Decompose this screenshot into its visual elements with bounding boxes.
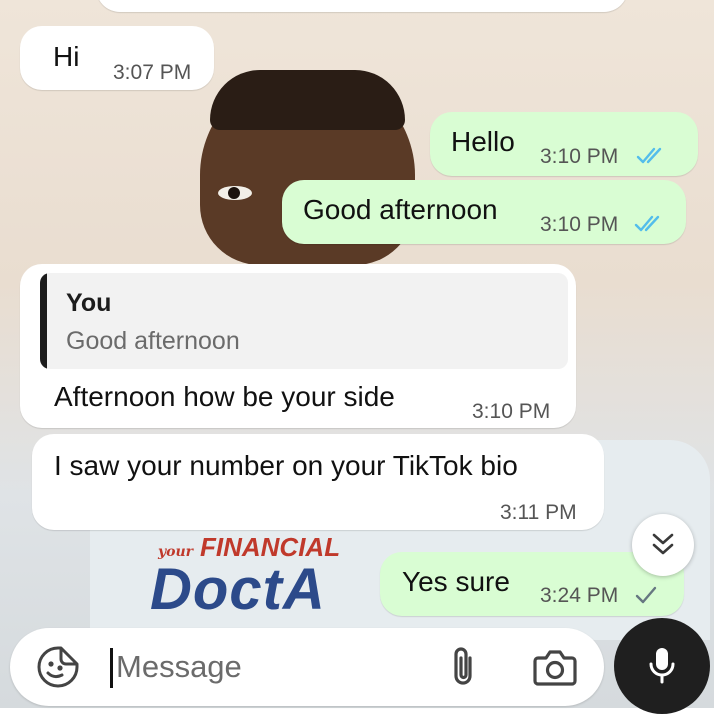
quoted-author: You <box>66 289 112 317</box>
message-text: Hi <box>53 41 80 72</box>
camera-icon[interactable] <box>532 646 578 688</box>
quote-accent-bar <box>40 273 47 369</box>
sticker-icon[interactable] <box>36 645 80 689</box>
message-text: Hello <box>451 126 515 157</box>
outgoing-message[interactable]: Hello 3:10 PM <box>430 112 698 176</box>
read-double-tick-icon <box>636 147 662 164</box>
partial-message-bubble[interactable] <box>96 0 628 12</box>
message-text: Afternoon how be your side <box>54 381 395 412</box>
message-text: Good afternoon <box>303 194 498 225</box>
message-input[interactable] <box>116 642 416 692</box>
sent-single-tick-icon <box>635 586 657 604</box>
message-composer <box>10 628 604 706</box>
message-text: Yes sure <box>402 566 510 597</box>
microphone-button[interactable] <box>614 618 710 714</box>
text-caret <box>110 648 113 688</box>
microphone-icon <box>649 648 675 684</box>
quoted-text: Good afternoon <box>66 327 240 355</box>
wallpaper-person-hair <box>210 70 405 130</box>
message-time: 3:10 PM <box>540 213 619 236</box>
message-time: 3:11 PM <box>500 501 577 524</box>
paperclip-icon[interactable] <box>442 644 486 690</box>
outgoing-message[interactable]: Good afternoon 3:10 PM <box>282 180 686 244</box>
message-time: 3:10 PM <box>472 400 551 423</box>
wallpaper-person-eye <box>218 186 252 200</box>
incoming-message[interactable]: I saw your number on your TikTok bio 3:1… <box>32 434 604 530</box>
quoted-message[interactable]: You Good afternoon <box>40 273 568 369</box>
shirt-logo-docta: DoctA <box>150 557 326 622</box>
scroll-to-bottom-button[interactable] <box>632 514 694 576</box>
message-time: 3:07 PM <box>113 61 192 84</box>
incoming-message[interactable]: Hi 3:07 PM <box>20 26 214 90</box>
message-text: I saw your number on your TikTok bio <box>54 450 518 481</box>
message-time: 3:24 PM <box>540 584 619 607</box>
read-double-tick-icon <box>634 215 660 232</box>
message-time: 3:10 PM <box>540 145 619 168</box>
double-chevron-down-icon <box>652 533 674 555</box>
